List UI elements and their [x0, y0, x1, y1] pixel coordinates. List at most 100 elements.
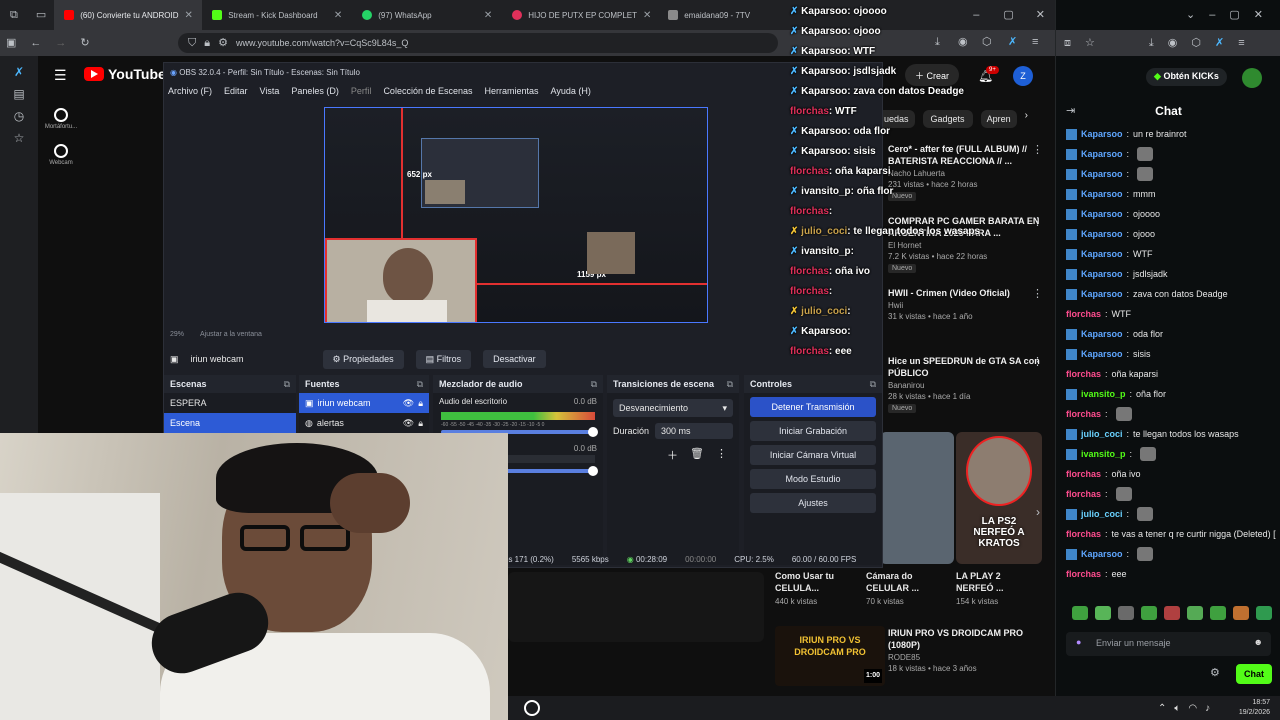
emote-icon[interactable] [1233, 606, 1249, 620]
dock-menu-icon[interactable]: ⧉ [417, 379, 423, 389]
extension-icon[interactable]: ✗ [1215, 37, 1224, 49]
eye-icon[interactable]: 👁︎ [403, 398, 414, 408]
filters-button[interactable]: ▤ Filtros [415, 349, 472, 369]
virtual-camera-button[interactable]: Iniciar Cámara Virtual [750, 445, 876, 465]
duration-input[interactable]: 300 ms [655, 423, 733, 439]
chat-username[interactable]: florchas [1066, 489, 1101, 499]
extensions-icon[interactable]: ⬡ [982, 37, 992, 48]
close-window-icon[interactable]: ✕ [1026, 9, 1055, 21]
chat-message-row[interactable]: Kaparsoo: ojooo [1066, 224, 1276, 244]
chat-username[interactable]: Kaparsoo [1081, 269, 1123, 279]
stop-stream-button[interactable]: Detener Transmisión [750, 397, 876, 417]
chat-username[interactable]: Kaparsoo [1081, 249, 1123, 259]
chat-message-row[interactable]: ivansito_p: [1066, 444, 1276, 464]
chevron-right-icon[interactable]: › [1036, 506, 1040, 518]
emote-icon[interactable] [1164, 606, 1180, 620]
avatar[interactable] [1242, 68, 1262, 88]
emote-icon[interactable] [1118, 606, 1134, 620]
clock[interactable]: 18:57 19/2/2026 [1239, 698, 1270, 718]
trash-icon[interactable]: 🗑︎ [690, 447, 704, 463]
extensions-icon[interactable]: ⬡ [1191, 37, 1201, 49]
download-icon[interactable]: ⤓ [935, 37, 940, 48]
chat-message-row[interactable]: Kaparsoo: un re brainrot [1066, 124, 1276, 144]
reload-icon[interactable]: ↻ [80, 37, 89, 49]
chat-username[interactable]: Kaparsoo [1081, 349, 1123, 359]
dock-menu-icon[interactable]: ⧉ [591, 379, 597, 389]
close-icon[interactable]: ✕ [334, 10, 342, 21]
star-icon[interactable]: ☆ [0, 132, 38, 144]
minimize-icon[interactable]: – [961, 9, 991, 21]
more-icon[interactable]: ⋮ [1032, 289, 1043, 300]
chat-username[interactable]: Kaparsoo [1081, 189, 1123, 199]
chat-username[interactable]: florchas [1066, 529, 1101, 539]
emote-icon[interactable] [1095, 606, 1111, 620]
emote-icon[interactable] [1141, 606, 1157, 620]
emoji-icon[interactable]: ☻ [1254, 637, 1263, 647]
maximize-icon[interactable]: ▢ [1229, 9, 1239, 21]
history-icon[interactable]: ◷ [0, 110, 38, 122]
screenshot-icon[interactable]: ⧈ [1064, 37, 1071, 49]
chat-username[interactable]: Kaparsoo [1081, 129, 1123, 139]
wifi-icon[interactable]: ◠ [1188, 703, 1197, 714]
zoom-level[interactable]: 29% [170, 331, 184, 341]
chat-username[interactable]: ivansito_p [1081, 449, 1126, 459]
recommendation-item[interactable]: IRIUN PRO VS DROIDCAM PRO (1080P) RODE85… [888, 627, 1054, 673]
dock-menu-icon[interactable]: ⧉ [727, 379, 733, 389]
chevron-down-icon[interactable]: ⌄ [1186, 9, 1195, 21]
tab-kick[interactable]: Stream - Kick Dashboard ✕ [202, 0, 352, 30]
url-field[interactable]: ⛉ 🔒︎ ⚙ www.youtube.com/watch?v=CqSc9L84s… [178, 33, 778, 53]
window-menu-icon[interactable]: ⧉ [0, 9, 28, 21]
scene-item[interactable]: Escena [164, 413, 296, 433]
emote-icon[interactable] [1187, 606, 1203, 620]
emote-icon[interactable] [1210, 606, 1226, 620]
close-icon[interactable]: ✕ [643, 10, 651, 21]
scene-item[interactable]: ESPERA [164, 393, 296, 413]
menu-icon[interactable]: ≡ [1238, 37, 1244, 49]
more-icon[interactable]: ⋮ [1032, 217, 1043, 228]
chat-username[interactable]: florchas [1066, 309, 1101, 319]
chat-username[interactable]: julio_coci [1081, 509, 1123, 519]
menu-item[interactable]: Herramientas [485, 86, 539, 98]
plus-icon[interactable]: ＋ [667, 447, 678, 463]
chat-message-row[interactable]: florchas: eee [1066, 564, 1276, 584]
settings-button[interactable]: Ajustes [750, 493, 876, 513]
eye-icon[interactable]: 👁︎ [403, 418, 414, 428]
dock-menu-icon[interactable]: ⧉ [870, 379, 876, 389]
chat-message-row[interactable]: florchas: oña ivo [1066, 464, 1276, 484]
microphone-icon[interactable]: ● [1076, 637, 1081, 647]
lock-icon[interactable]: 🔒︎ [418, 418, 423, 428]
extension-icon[interactable]: ✗ [0, 66, 38, 78]
chat-message-row[interactable]: ivansito_p: oña flor [1066, 384, 1276, 404]
video-thumbnail[interactable]: IRIUN PRO VS DROIDCAM PRO 1:00 [775, 626, 885, 686]
chat-username[interactable]: ivansito_p [1081, 389, 1126, 399]
chat-username[interactable]: Kaparsoo [1081, 329, 1123, 339]
chat-input[interactable]: ● Enviar un mensaje ☻ [1066, 632, 1271, 656]
create-button[interactable]: ＋ Crear [905, 64, 960, 86]
chat-message-row[interactable]: Kaparsoo: zava con datos Deadge [1066, 284, 1276, 304]
menu-item[interactable]: Perfil [351, 86, 372, 98]
chat-message-row[interactable]: Kaparsoo: [1066, 144, 1276, 164]
volume-icon[interactable]: ♪ [1205, 703, 1210, 714]
chip[interactable]: Gadgets [922, 110, 973, 128]
slider-knob[interactable] [588, 466, 598, 476]
sidebar-toggle-icon[interactable]: ▣ [6, 37, 16, 49]
chat-username[interactable]: Kaparsoo [1081, 229, 1123, 239]
close-window-icon[interactable]: ✕ [1254, 9, 1263, 21]
nav-item[interactable]: Webcam [44, 144, 78, 166]
send-chat-button[interactable]: Chat [1236, 664, 1272, 684]
close-icon[interactable]: ✕ [185, 10, 193, 21]
studio-mode-button[interactable]: Modo Estudio [750, 469, 876, 489]
tab-7tv[interactable]: emaidana09 - 7TV [658, 0, 778, 30]
lock-icon[interactable]: 🔒︎ [418, 398, 423, 408]
chat-message-row[interactable]: Kaparsoo: WTF [1066, 244, 1276, 264]
chat-message-row[interactable]: florchas: te vas a tener q re curtir nigg… [1066, 524, 1276, 544]
menu-item[interactable]: Colección de Escenas [383, 86, 472, 98]
tab-whatsapp[interactable]: (97) WhatsApp ✕ [352, 0, 502, 30]
deactivate-button[interactable]: Desactivar [483, 350, 546, 368]
chat-message-row[interactable]: florchas: [1066, 404, 1276, 424]
menu-item[interactable]: Paneles (D) [291, 86, 339, 98]
chat-message-row[interactable]: Kaparsoo: sisis [1066, 344, 1276, 364]
chat-username[interactable]: Kaparsoo [1081, 169, 1123, 179]
chat-message-row[interactable]: Kaparsoo: ojoooo [1066, 204, 1276, 224]
chat-username[interactable]: florchas [1066, 469, 1101, 479]
